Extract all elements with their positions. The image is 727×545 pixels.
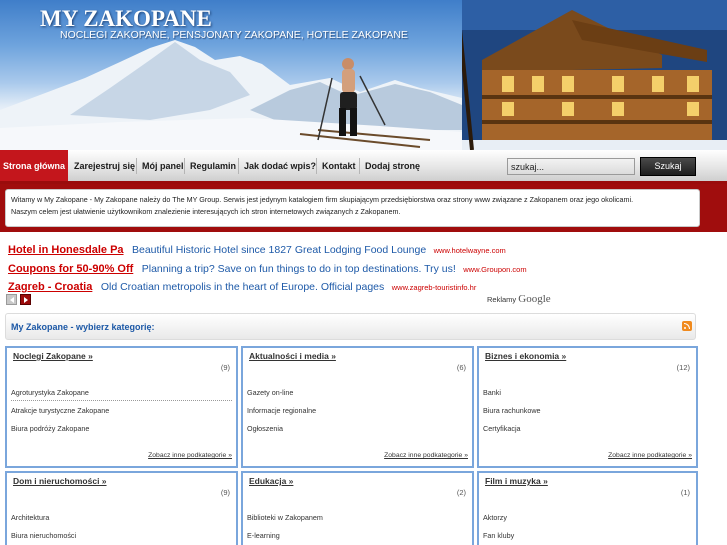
- subcategory-link[interactable]: Banki: [483, 388, 501, 397]
- ad-title-link[interactable]: Hotel in Honesdale Pa: [8, 244, 124, 256]
- category-box: Edukacja » (2) Biblioteki w Zakopanem E-…: [241, 471, 474, 545]
- nav-item-how-to-add[interactable]: Jak dodać wpis?: [244, 150, 316, 181]
- welcome-line: Naszym celem jest ułatwienie użytkowniko…: [11, 207, 401, 216]
- nav-divider: [136, 158, 137, 174]
- category-count: (12): [676, 363, 690, 372]
- nav-divider: [316, 158, 317, 174]
- category-link[interactable]: Noclegi Zakopane »: [13, 351, 93, 361]
- category-count: (9): [220, 488, 230, 497]
- subcategory-link[interactable]: Biblioteki w Zakopanem: [247, 513, 323, 522]
- ads-by-google[interactable]: Reklamy Google: [487, 293, 551, 305]
- ad-item: Zagreb - Croatia Old Croatian metropolis…: [8, 277, 476, 293]
- ad-url[interactable]: www.hotelwayne.com: [434, 246, 506, 255]
- category-link[interactable]: Dom i nieruchomości »: [13, 476, 107, 486]
- ad-url[interactable]: www.zagreb-touristinfo.hr: [392, 283, 477, 292]
- search-button[interactable]: Szukaj: [640, 157, 696, 176]
- ad-item: Hotel in Honesdale Pa Beautiful Historic…: [8, 240, 506, 256]
- ad-next-button[interactable]: [20, 294, 31, 305]
- arrow-left-icon: [10, 297, 14, 303]
- subcategory-link[interactable]: Agroturystyka Zakopane: [11, 388, 89, 397]
- category-count: (9): [220, 363, 230, 372]
- ad-item: Coupons for 50-90% Off Planning a trip? …: [8, 259, 527, 275]
- subcategory-link[interactable]: Biura rachunkowe: [483, 406, 541, 415]
- ads-by-label: Reklamy: [487, 295, 517, 304]
- category-box: Film i muzyka » (1) Aktorzy Fan kluby: [477, 471, 698, 545]
- subcategory-link[interactable]: Ogłoszenia: [247, 424, 283, 433]
- wooden-house-image: [462, 0, 727, 150]
- more-subcategories-link[interactable]: Zobacz inne podkategorie »: [608, 452, 692, 459]
- arrow-right-icon: [24, 297, 28, 303]
- categories-header: My Zakopane - wybierz kategorię:: [5, 313, 696, 340]
- subcategory-link[interactable]: Gazety on-line: [247, 388, 293, 397]
- nav-divider: [184, 158, 185, 174]
- page: MY ZAKOPANE NOCLEGI ZAKOPANE, PENSJONATY…: [0, 0, 727, 545]
- category-box: Aktualności i media » (6) Gazety on-line…: [241, 346, 474, 468]
- category-count: (1): [680, 488, 690, 497]
- header-banner: MY ZAKOPANE NOCLEGI ZAKOPANE, PENSJONATY…: [0, 0, 727, 150]
- subcategory-link[interactable]: Aktorzy: [483, 513, 507, 522]
- ad-previous-button[interactable]: [6, 294, 17, 305]
- nav-item-register[interactable]: Zarejestruj się: [74, 150, 135, 181]
- rss-icon[interactable]: [682, 321, 692, 331]
- google-logo: Google: [518, 293, 551, 305]
- category-box: Dom i nieruchomości » (9) Architektura B…: [5, 471, 238, 545]
- category-link[interactable]: Edukacja »: [249, 476, 293, 486]
- ad-description: Planning a trip? Save on fun things to d…: [141, 263, 456, 275]
- ad-description: Beautiful Historic Hotel since 1827 Grea…: [131, 244, 427, 256]
- nav-item-rules[interactable]: Regulamin: [190, 150, 236, 181]
- categories-title: My Zakopane - wybierz kategorię:: [11, 322, 155, 332]
- subcategory-link[interactable]: Fan kluby: [483, 531, 514, 540]
- category-count: (2): [456, 488, 466, 497]
- nav-item-add-site[interactable]: Dodaj stronę: [365, 150, 420, 181]
- category-box: Biznes i ekonomia » (12) Banki Biura rac…: [477, 346, 698, 468]
- category-box: Noclegi Zakopane » (9) Agroturystyka Zak…: [5, 346, 238, 468]
- subcategory-link[interactable]: Biura podróży Zakopane: [11, 424, 89, 433]
- welcome-line: Witamy w My Zakopane - My Zakopane należ…: [11, 195, 634, 204]
- nav-divider: [359, 158, 360, 174]
- nav-item-contact[interactable]: Kontakt: [322, 150, 356, 181]
- subcategory-link[interactable]: Architektura: [11, 513, 49, 522]
- welcome-text-box: Witamy w My Zakopane - My Zakopane należ…: [5, 189, 700, 227]
- divider: [11, 400, 232, 401]
- subcategory-link[interactable]: E-learning: [247, 531, 280, 540]
- category-link[interactable]: Aktualności i media »: [249, 351, 336, 361]
- category-count: (6): [456, 363, 466, 372]
- ad-description: Old Croatian metropolis in the heart of …: [100, 281, 385, 293]
- ad-title-link[interactable]: Zagreb - Croatia: [8, 281, 92, 293]
- ad-title-link[interactable]: Coupons for 50-90% Off: [8, 263, 133, 275]
- sponsored-ads: Hotel in Honesdale Pa Beautiful Historic…: [5, 237, 555, 309]
- category-link[interactable]: Biznes i ekonomia »: [485, 351, 566, 361]
- subcategory-link[interactable]: Certyfikacja: [483, 424, 521, 433]
- search-input[interactable]: [507, 158, 635, 175]
- more-subcategories-link[interactable]: Zobacz inne podkategorie »: [148, 452, 232, 459]
- nav-divider: [238, 158, 239, 174]
- category-link[interactable]: Film i muzyka »: [485, 476, 548, 486]
- nav-item-home[interactable]: Strona główna: [0, 150, 68, 181]
- site-subtitle: NOCLEGI ZAKOPANE, PENSJONATY ZAKOPANE, H…: [60, 29, 408, 41]
- subcategory-link[interactable]: Atrakcje turystyczne Zakopane: [11, 406, 109, 415]
- nav-item-my-panel[interactable]: Mój panel: [142, 150, 184, 181]
- more-subcategories-link[interactable]: Zobacz inne podkategorie »: [384, 452, 468, 459]
- subcategory-link[interactable]: Informacje regionalne: [247, 406, 316, 415]
- subcategory-link[interactable]: Biura nieruchomości: [11, 531, 76, 540]
- ad-url[interactable]: www.Groupon.com: [463, 265, 526, 274]
- main-navigation: Strona główna Zarejestruj się Mój panel …: [0, 150, 727, 184]
